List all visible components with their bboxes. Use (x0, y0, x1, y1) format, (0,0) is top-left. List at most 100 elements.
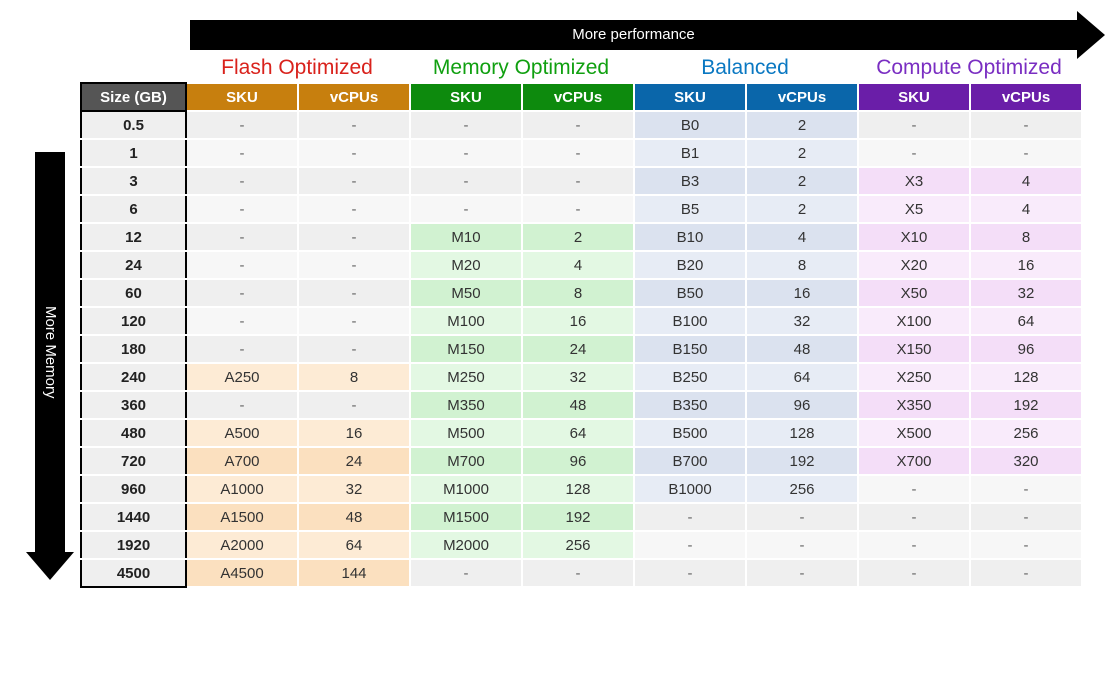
compute-sku-cell: - (858, 139, 970, 167)
flash-sku-cell: - (186, 167, 298, 195)
compute-vcpu-cell: - (970, 139, 1082, 167)
memory-vcpu-cell: 192 (522, 503, 634, 531)
col-flash-sku: SKU (186, 83, 298, 111)
flash-vcpu-cell: 32 (298, 475, 410, 503)
sku-table: Size (GB) SKU vCPUs SKU vCPUs SKU vCPUs … (80, 82, 1083, 588)
balanced-sku-cell: B5 (634, 195, 746, 223)
balanced-sku-cell: B50 (634, 279, 746, 307)
memory-vcpu-cell: 48 (522, 391, 634, 419)
compute-sku-cell: - (858, 559, 970, 587)
col-memory-sku: SKU (410, 83, 522, 111)
flash-sku-cell: A700 (186, 447, 298, 475)
balanced-sku-cell: B1 (634, 139, 746, 167)
flash-sku-cell: A1000 (186, 475, 298, 503)
compute-vcpu-cell: 16 (970, 251, 1082, 279)
balanced-vcpu-cell: 8 (746, 251, 858, 279)
size-cell: 960 (81, 475, 186, 503)
memory-vcpu-cell: - (522, 111, 634, 139)
memory-sku-cell: M500 (410, 419, 522, 447)
table-row: 360--M35048B35096X350192 (81, 391, 1082, 419)
balanced-vcpu-cell: 32 (746, 307, 858, 335)
flash-vcpu-cell: 16 (298, 419, 410, 447)
balanced-sku-cell: B150 (634, 335, 746, 363)
memory-sku-cell: - (410, 195, 522, 223)
col-compute-sku: SKU (858, 83, 970, 111)
memory-vcpu-cell: 2 (522, 223, 634, 251)
memory-vcpu-cell: 4 (522, 251, 634, 279)
compute-sku-cell: X3 (858, 167, 970, 195)
table-row: 6----B52X54 (81, 195, 1082, 223)
balanced-vcpu-cell: 128 (746, 419, 858, 447)
col-balanced-vcpu: vCPUs (746, 83, 858, 111)
memory-vcpu-cell: - (522, 139, 634, 167)
memory-vcpu-cell: 128 (522, 475, 634, 503)
flash-vcpu-cell: - (298, 279, 410, 307)
flash-vcpu-cell: 24 (298, 447, 410, 475)
compute-vcpu-cell: 192 (970, 391, 1082, 419)
table-row: 60--M508B5016X5032 (81, 279, 1082, 307)
balanced-vcpu-cell: 64 (746, 363, 858, 391)
compute-vcpu-cell: 320 (970, 447, 1082, 475)
performance-axis: More performance (80, 20, 1087, 50)
balanced-vcpu-cell: 2 (746, 167, 858, 195)
flash-vcpu-cell: - (298, 111, 410, 139)
flash-sku-cell: A250 (186, 363, 298, 391)
memory-sku-cell: - (410, 111, 522, 139)
table-row: 0.5----B02-- (81, 111, 1082, 139)
flash-vcpu-cell: - (298, 251, 410, 279)
memory-sku-cell: M700 (410, 447, 522, 475)
memory-sku-cell: M250 (410, 363, 522, 391)
memory-sku-cell: M2000 (410, 531, 522, 559)
flash-vcpu-cell: - (298, 335, 410, 363)
flash-vcpu-cell: - (298, 391, 410, 419)
compute-vcpu-cell: 256 (970, 419, 1082, 447)
flash-vcpu-cell: - (298, 223, 410, 251)
compute-vcpu-cell: - (970, 111, 1082, 139)
memory-vcpu-cell: 24 (522, 335, 634, 363)
compute-sku-cell: X10 (858, 223, 970, 251)
flash-sku-cell: - (186, 223, 298, 251)
flash-vcpu-cell: - (298, 307, 410, 335)
col-compute-vcpu: vCPUs (970, 83, 1082, 111)
balanced-vcpu-cell: 2 (746, 195, 858, 223)
balanced-sku-cell: B10 (634, 223, 746, 251)
flash-sku-cell: - (186, 335, 298, 363)
flash-sku-cell: - (186, 391, 298, 419)
compute-vcpu-cell: 32 (970, 279, 1082, 307)
size-cell: 360 (81, 391, 186, 419)
table-row: 240A2508M25032B25064X250128 (81, 363, 1082, 391)
table-row: 4500A4500144------ (81, 559, 1082, 587)
balanced-vcpu-cell: 4 (746, 223, 858, 251)
sku-table-wrap: Size (GB) SKU vCPUs SKU vCPUs SKU vCPUs … (80, 82, 1087, 588)
memory-vcpu-cell: 16 (522, 307, 634, 335)
table-body: 0.5----B02--1----B12--3----B32X346----B5… (81, 111, 1082, 587)
memory-sku-cell: M10 (410, 223, 522, 251)
compute-sku-cell: - (858, 475, 970, 503)
balanced-vcpu-cell: 256 (746, 475, 858, 503)
flash-sku-cell: - (186, 307, 298, 335)
size-cell: 6 (81, 195, 186, 223)
memory-sku-cell: M1000 (410, 475, 522, 503)
balanced-sku-cell: B20 (634, 251, 746, 279)
balanced-sku-cell: B100 (634, 307, 746, 335)
memory-arrow: More Memory (35, 152, 65, 552)
compute-sku-cell: X250 (858, 363, 970, 391)
table-row: 480A50016M50064B500128X500256 (81, 419, 1082, 447)
flash-vcpu-cell: 64 (298, 531, 410, 559)
size-cell: 120 (81, 307, 186, 335)
memory-vcpu-cell: 96 (522, 447, 634, 475)
table-row: 1440A150048M1500192---- (81, 503, 1082, 531)
memory-vcpu-cell: - (522, 195, 634, 223)
compute-sku-cell: X350 (858, 391, 970, 419)
memory-sku-cell: - (410, 167, 522, 195)
col-size: Size (GB) (81, 83, 186, 111)
compute-sku-cell: - (858, 503, 970, 531)
size-cell: 60 (81, 279, 186, 307)
compute-vcpu-cell: 4 (970, 167, 1082, 195)
compute-sku-cell: X500 (858, 419, 970, 447)
balanced-sku-cell: - (634, 531, 746, 559)
performance-arrow: More performance (190, 20, 1077, 50)
table-row: 1920A200064M2000256---- (81, 531, 1082, 559)
memory-label: More Memory (42, 306, 59, 399)
compute-sku-cell: - (858, 111, 970, 139)
